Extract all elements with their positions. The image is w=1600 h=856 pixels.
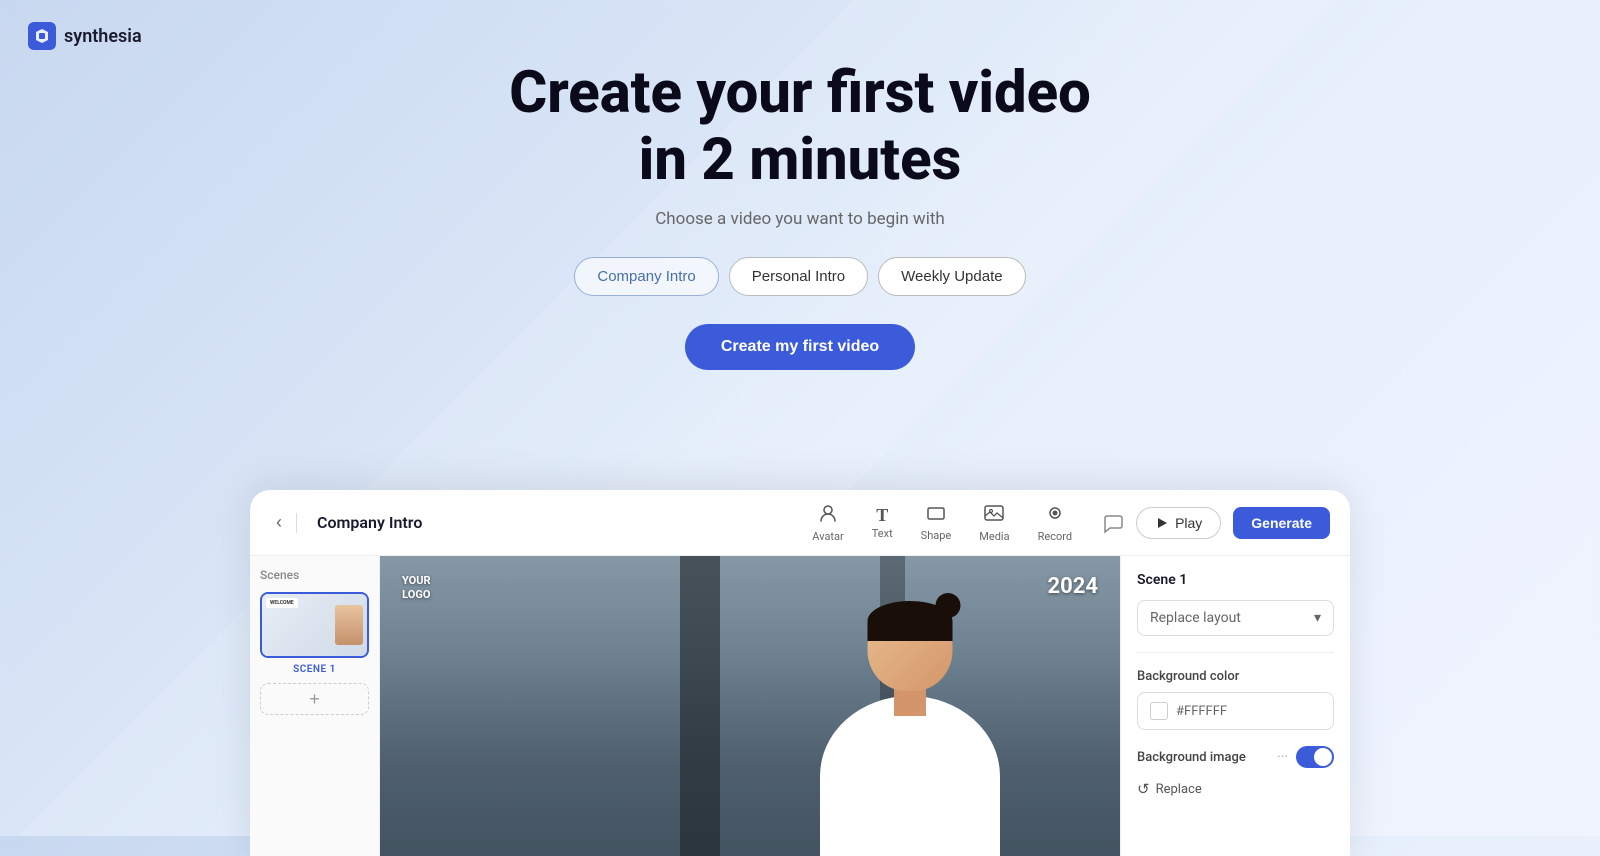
media-label: Media: [979, 530, 1009, 543]
chat-button[interactable]: [1102, 512, 1124, 534]
logo: synthesia: [28, 22, 142, 50]
text-label: Text: [872, 527, 893, 540]
canvas-logo-line1: YOUR: [402, 574, 431, 588]
editor-toolbar: ‹ Company Intro Avatar T Text Shape: [250, 490, 1350, 556]
bg-color-label: Background color: [1137, 669, 1334, 684]
tab-company-intro[interactable]: Company Intro: [574, 257, 718, 296]
canvas-logo-line2: LOGO: [402, 588, 431, 602]
color-value: #FFFFFF: [1176, 704, 1227, 719]
chevron-down-icon: ▾: [1314, 610, 1321, 626]
synthesia-logo-icon: [28, 22, 56, 50]
color-swatch: [1150, 702, 1168, 720]
toolbar-nav: ‹: [270, 508, 297, 537]
bg-image-toggle-row: Background image ···: [1137, 746, 1334, 768]
avatar-icon: [817, 502, 839, 527]
person-hair-bun: [936, 593, 961, 618]
bg-image-toggle[interactable]: [1296, 746, 1334, 768]
tool-shape[interactable]: Shape: [921, 503, 952, 542]
tool-avatar[interactable]: Avatar: [812, 502, 843, 543]
canvas-pillar-left: [680, 556, 720, 856]
record-label: Record: [1038, 530, 1072, 543]
hero-title: Create your first video in 2 minutes: [0, 60, 1600, 193]
logo-text: synthesia: [64, 26, 142, 47]
panel-section-title: Scene 1: [1137, 572, 1334, 588]
tab-personal-intro[interactable]: Personal Intro: [729, 257, 868, 296]
more-options-icon[interactable]: ···: [1277, 749, 1288, 765]
person-face: [868, 601, 953, 691]
shape-icon: [926, 503, 946, 526]
editor-card: ‹ Company Intro Avatar T Text Shape: [250, 490, 1350, 856]
tool-record[interactable]: Record: [1038, 502, 1072, 543]
shape-label: Shape: [921, 529, 952, 542]
scenes-label: Scenes: [260, 568, 369, 582]
hero-section: Create your first video in 2 minutes Cho…: [0, 0, 1600, 370]
generate-button[interactable]: Generate: [1233, 507, 1330, 539]
text-icon: T: [876, 506, 888, 524]
play-label: Play: [1175, 515, 1202, 531]
back-button[interactable]: ‹: [270, 508, 288, 537]
replace-label: Replace: [1156, 782, 1202, 797]
person-shirt: [820, 696, 1000, 856]
panel-divider-1: [1137, 652, 1334, 653]
canvas-area: YOUR LOGO 2024: [380, 556, 1120, 856]
scene-welcome-text: WELCOME: [266, 598, 298, 608]
avatar-label: Avatar: [812, 530, 843, 543]
canvas-logo: YOUR LOGO: [402, 574, 431, 603]
canvas-year: 2024: [1048, 574, 1099, 599]
replace-layout-dropdown[interactable]: Replace layout ▾: [1137, 600, 1334, 636]
editor-title: Company Intro: [317, 513, 812, 532]
play-button[interactable]: Play: [1136, 507, 1221, 539]
video-type-tabs: Company Intro Personal Intro Weekly Upda…: [0, 257, 1600, 296]
toggle-knob: [1314, 748, 1332, 766]
scene-thumb-inner: WELCOME: [262, 594, 367, 656]
toolbar-tools: Avatar T Text Shape Media: [812, 502, 1072, 543]
scenes-panel: Scenes WELCOME SCENE 1 +: [250, 556, 380, 856]
editor-body: Scenes WELCOME SCENE 1 +: [250, 556, 1350, 856]
scene-avatar-mini: [335, 605, 363, 645]
tool-media[interactable]: Media: [979, 502, 1009, 543]
bg-color-input[interactable]: #FFFFFF: [1137, 692, 1334, 730]
tool-text[interactable]: T Text: [872, 506, 893, 540]
record-icon: [1044, 502, 1066, 527]
scene-name: SCENE 1: [260, 664, 369, 675]
add-scene-button[interactable]: +: [260, 683, 369, 715]
toggle-right: ···: [1277, 746, 1334, 768]
right-panel: Scene 1 Replace layout ▾ Background colo…: [1120, 556, 1350, 856]
scene-1-thumbnail[interactable]: WELCOME: [260, 592, 369, 658]
toolbar-actions: Play Generate: [1102, 507, 1330, 539]
replace-layout-label: Replace layout: [1150, 610, 1241, 626]
replace-icon: ↺: [1137, 780, 1150, 798]
replace-button[interactable]: ↺ Replace: [1137, 780, 1334, 798]
hero-subtitle: Choose a video you want to begin with: [0, 209, 1600, 229]
bg-image-label: Background image: [1137, 750, 1246, 765]
canvas-person: [780, 571, 1040, 856]
create-first-video-button[interactable]: Create my first video: [685, 324, 915, 370]
media-icon: [983, 502, 1005, 527]
tab-weekly-update[interactable]: Weekly Update: [878, 257, 1025, 296]
